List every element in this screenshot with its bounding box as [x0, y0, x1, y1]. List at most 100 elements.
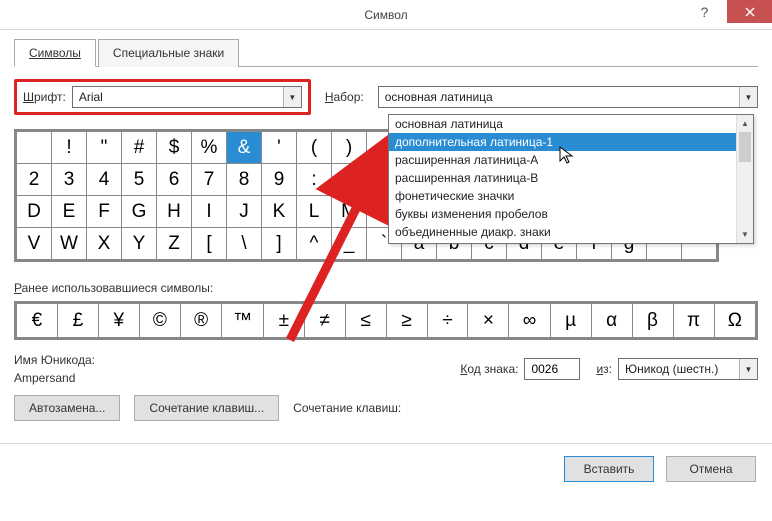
symbol-cell[interactable]: ; — [332, 164, 367, 196]
scroll-thumb[interactable] — [739, 132, 751, 162]
symbol-cell[interactable]: M — [332, 196, 367, 228]
recent-symbol-cell[interactable]: µ — [550, 304, 591, 338]
symbol-cell[interactable]: 2 — [17, 164, 52, 196]
close-button[interactable] — [727, 0, 772, 23]
symbol-cell[interactable]: 4 — [87, 164, 122, 196]
recent-symbol-cell[interactable]: ÷ — [427, 304, 468, 338]
recent-symbol-cell[interactable]: ∞ — [509, 304, 550, 338]
symbol-cell[interactable]: 3 — [52, 164, 87, 196]
symbol-cell[interactable]: _ — [332, 228, 367, 260]
symbol-cell[interactable]: ) — [332, 132, 367, 164]
symbol-cell[interactable]: $ — [157, 132, 192, 164]
symbol-cell[interactable]: 7 — [192, 164, 227, 196]
recent-symbol-cell[interactable]: Ω — [714, 304, 755, 338]
tab-bar: Символы Специальные знаки — [14, 38, 758, 67]
close-icon — [745, 7, 755, 17]
subset-option[interactable]: объединенные диакр. знаки — [389, 223, 736, 241]
symbol-cell[interactable]: 9 — [262, 164, 297, 196]
symbol-cell[interactable]: F — [87, 196, 122, 228]
scroll-down-icon[interactable]: ▼ — [737, 226, 753, 243]
recent-symbol-cell[interactable]: ™ — [222, 304, 264, 338]
code-input[interactable]: 0026 — [524, 358, 580, 380]
chevron-down-icon[interactable]: ▼ — [739, 359, 757, 379]
symbol-cell[interactable] — [17, 132, 52, 164]
symbol-cell[interactable]: ' — [262, 132, 297, 164]
subset-label: Набор: — [325, 90, 364, 104]
recent-symbol-cell[interactable]: ≤ — [345, 304, 386, 338]
recent-symbol-cell[interactable]: ¥ — [98, 304, 139, 338]
symbol-cell[interactable]: W — [52, 228, 87, 260]
autocorrect-button[interactable]: Автозамена... — [14, 395, 120, 421]
chevron-down-icon[interactable]: ▼ — [739, 87, 757, 107]
subset-combo[interactable]: основная латиница ▼ — [378, 86, 758, 108]
recent-symbol-cell[interactable]: £ — [57, 304, 98, 338]
shortcut-key-button[interactable]: Сочетание клавиш... — [134, 395, 279, 421]
symbol-cell[interactable]: % — [192, 132, 227, 164]
from-label: из: — [596, 362, 612, 376]
symbol-cell[interactable]: G — [122, 196, 157, 228]
font-highlight-box: Шрифт: Arial ▼ — [14, 79, 311, 115]
dropdown-scrollbar[interactable]: ▲ ▼ — [736, 115, 753, 243]
recent-symbol-cell[interactable]: π — [673, 304, 714, 338]
symbol-cell[interactable]: H — [157, 196, 192, 228]
symbol-cell[interactable]: I — [192, 196, 227, 228]
symbol-cell[interactable]: [ — [192, 228, 227, 260]
code-label: Код знака: — [460, 362, 518, 376]
from-combo[interactable]: Юникод (шестн.) ▼ — [618, 358, 758, 380]
recent-symbol-cell[interactable]: ≥ — [386, 304, 427, 338]
help-button[interactable]: ? — [682, 0, 727, 23]
symbol-cell[interactable]: 8 — [227, 164, 262, 196]
dialog-title: Символ — [364, 8, 407, 22]
symbol-cell[interactable]: 5 — [122, 164, 157, 196]
scroll-up-icon[interactable]: ▲ — [737, 115, 753, 132]
insert-button[interactable]: Вставить — [564, 456, 654, 482]
unicode-name-value: Ampersand — [14, 371, 95, 385]
symbol-cell[interactable]: ^ — [297, 228, 332, 260]
symbol-cell[interactable]: # — [122, 132, 157, 164]
symbol-cell[interactable]: D — [17, 196, 52, 228]
recent-symbol-cell[interactable]: ± — [263, 304, 304, 338]
recent-symbol-cell[interactable]: β — [632, 304, 673, 338]
unicode-name-label: Имя Юникода: — [14, 353, 95, 367]
subset-option[interactable]: расширенная латиница-A — [389, 151, 736, 169]
symbol-cell[interactable]: V — [17, 228, 52, 260]
subset-option[interactable]: расширенная латиница-B — [389, 169, 736, 187]
symbol-cell[interactable]: ( — [297, 132, 332, 164]
recent-symbol-cell[interactable]: × — [468, 304, 509, 338]
dialog-footer: Вставить Отмена — [0, 443, 772, 494]
symbol-cell[interactable]: L — [297, 196, 332, 228]
cancel-button[interactable]: Отмена — [666, 456, 756, 482]
titlebar: Символ ? — [0, 0, 772, 30]
recent-symbol-cell[interactable]: € — [17, 304, 58, 338]
recent-symbol-cell[interactable]: α — [591, 304, 632, 338]
symbol-cell[interactable]: Z — [157, 228, 192, 260]
chevron-down-icon[interactable]: ▼ — [283, 87, 301, 107]
symbol-cell[interactable]: 6 — [157, 164, 192, 196]
tab-symbols[interactable]: Символы — [14, 39, 96, 67]
symbol-cell[interactable]: ] — [262, 228, 297, 260]
symbol-cell[interactable]: E — [52, 196, 87, 228]
symbol-cell[interactable]: ! — [52, 132, 87, 164]
subset-option[interactable]: дополнительная латиница-1 — [389, 133, 736, 151]
symbol-cell[interactable]: : — [297, 164, 332, 196]
recent-symbol-cell[interactable]: ® — [180, 304, 221, 338]
font-combo[interactable]: Arial ▼ — [72, 86, 302, 108]
recent-label: Ранее использовавшиеся символы: — [14, 281, 758, 295]
subset-option[interactable]: основная латиница — [389, 115, 736, 133]
recent-grid[interactable]: €£¥©®™±≠≤≥÷×∞µαβπΩ — [14, 301, 758, 340]
recent-symbol-cell[interactable]: ≠ — [304, 304, 345, 338]
shortcut-display-label: Сочетание клавиш: — [293, 401, 401, 415]
symbol-cell[interactable]: J — [227, 196, 262, 228]
symbol-cell[interactable]: X — [87, 228, 122, 260]
font-label: Шрифт: — [23, 90, 66, 104]
subset-dropdown[interactable]: основная латиницадополнительная латиница… — [388, 114, 754, 244]
symbol-cell[interactable]: K — [262, 196, 297, 228]
symbol-cell[interactable]: " — [87, 132, 122, 164]
recent-symbol-cell[interactable]: © — [139, 304, 180, 338]
tab-special-chars[interactable]: Специальные знаки — [98, 39, 239, 67]
symbol-cell[interactable]: & — [227, 132, 262, 164]
subset-option[interactable]: буквы изменения пробелов — [389, 205, 736, 223]
symbol-cell[interactable]: Y — [122, 228, 157, 260]
subset-option[interactable]: фонетические значки — [389, 187, 736, 205]
symbol-cell[interactable]: \ — [227, 228, 262, 260]
